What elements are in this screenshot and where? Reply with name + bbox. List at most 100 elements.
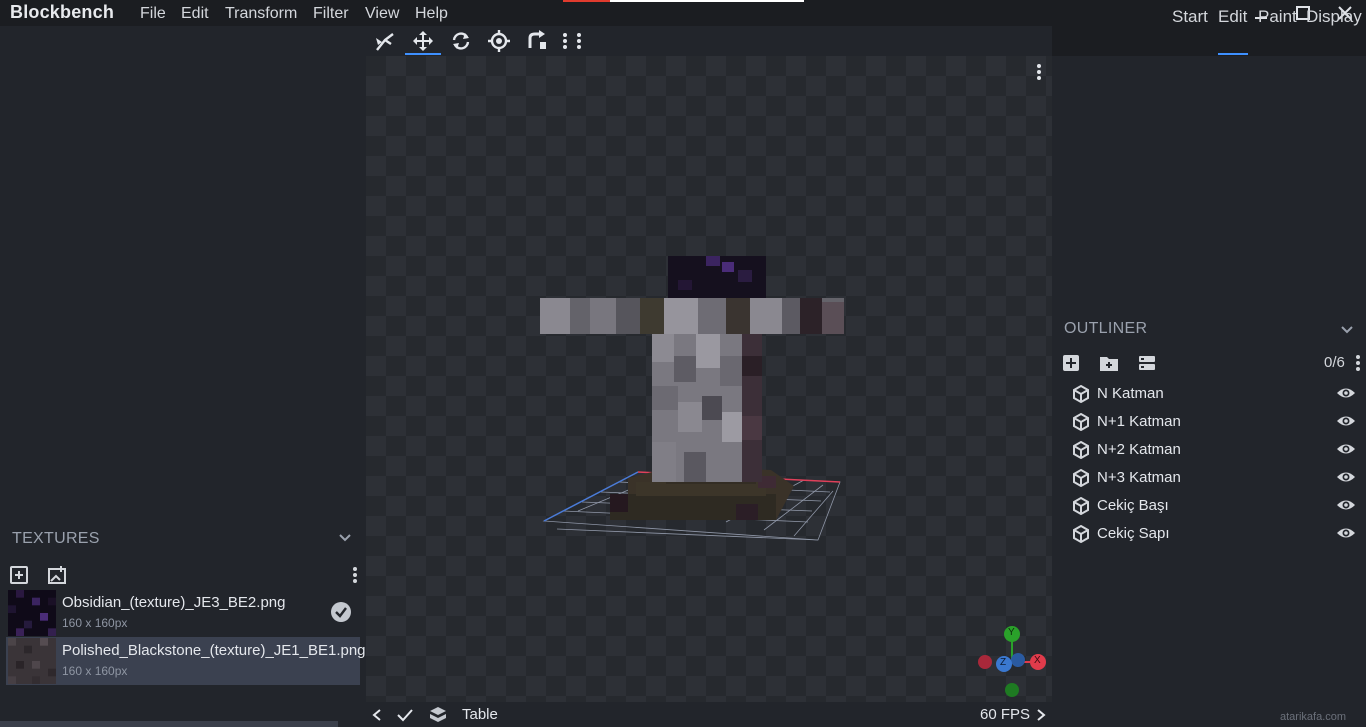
outliner-item-label: N+2 Katman [1097, 441, 1181, 458]
outliner-count: 0/6 [1324, 354, 1345, 371]
view-list-icon [1139, 356, 1155, 370]
import-texture-button[interactable] [47, 565, 67, 588]
texture-name: Obsidian_(texture)_JE3_BE2.png [62, 594, 286, 611]
check-circle-icon [331, 602, 351, 622]
status-next-button[interactable] [1035, 708, 1047, 725]
chevron-down-icon [339, 534, 351, 542]
target-icon [488, 30, 510, 52]
obsidian-texture-thumbnail [8, 590, 56, 636]
cube-icon [1073, 441, 1089, 459]
load-progress-track [610, 0, 804, 2]
menu-help[interactable]: Help [415, 5, 448, 23]
cube-icon [1073, 469, 1089, 487]
menu-file[interactable]: File [140, 5, 166, 23]
status-confirm-button[interactable] [396, 707, 414, 726]
add-box-icon [10, 566, 28, 584]
fps-counter: 60 FPS [980, 706, 1031, 723]
rotate-icon [452, 32, 470, 50]
chevron-right-icon [1037, 709, 1046, 721]
cube-icon [1073, 497, 1089, 515]
textures-panel-title: TEXTURES [12, 530, 100, 547]
mode-start[interactable]: Start [1172, 7, 1208, 27]
menu-transform[interactable]: Transform [225, 5, 297, 23]
mode-paint[interactable]: Paint [1258, 7, 1297, 27]
outliner-item[interactable]: N+2 Katman [1060, 435, 1366, 463]
eye-icon[interactable] [1336, 414, 1356, 428]
menu-view[interactable]: View [365, 5, 399, 23]
chevron-left-icon [372, 709, 381, 721]
move-arrows-icon [413, 31, 433, 51]
more-vertical-icon [1037, 64, 1041, 80]
eye-icon[interactable] [1336, 526, 1356, 540]
chevron-down-icon [1341, 326, 1353, 334]
model-format-icon [430, 707, 446, 722]
app-title: Blockbench [10, 2, 115, 22]
eye-icon[interactable] [1336, 498, 1356, 512]
cube-icon [1073, 525, 1089, 543]
outliner-collapse-button[interactable] [1340, 322, 1354, 339]
more-vertical-icon [353, 567, 357, 583]
outliner-item[interactable]: N+3 Katman [1060, 463, 1366, 491]
texture-item-selected[interactable]: Polished_Blackstone_(texture)_JE1_BE1.pn… [6, 637, 366, 685]
model-preview [540, 256, 844, 541]
mode-edit[interactable]: Edit [1218, 7, 1247, 27]
active-tool-underline [405, 53, 441, 55]
folder-add-icon [1100, 357, 1118, 371]
3d-viewport[interactable]: Y X Z [366, 56, 1052, 702]
menu-edit[interactable]: Edit [181, 5, 209, 23]
texture-used-indicator [330, 601, 352, 626]
eye-icon[interactable] [1336, 386, 1356, 400]
texture-size: 160 x 160px [62, 664, 128, 678]
more-vertical-icon [563, 33, 581, 49]
collapse-groups-button[interactable] [1138, 354, 1156, 375]
add-cube-button[interactable] [1062, 354, 1080, 375]
texture-size: 160 x 160px [62, 616, 128, 630]
textures-more-button[interactable] [352, 566, 358, 587]
mode-switcher-bar [1052, 26, 1366, 56]
add-texture-button[interactable] [9, 565, 29, 588]
eye-icon[interactable] [1336, 442, 1356, 456]
axis-gizmo[interactable]: Y X Z [974, 624, 1054, 700]
status-prev-button[interactable] [371, 708, 383, 725]
outliner-item-label: N+3 Katman [1097, 469, 1181, 486]
outliner-item-label: N Katman [1097, 385, 1164, 402]
vertex-snap-tool[interactable] [369, 28, 399, 54]
outliner-more-button[interactable] [1355, 355, 1361, 374]
viewport-menu-button[interactable] [1036, 64, 1042, 83]
outliner-item[interactable]: Cekiç Sapı [1060, 519, 1366, 547]
add-group-button[interactable] [1099, 354, 1119, 375]
pivot-tool[interactable] [484, 28, 514, 54]
outliner-item-label: Cekiç Başı [1097, 497, 1169, 514]
blackstone-texture-thumbnail [8, 638, 56, 684]
move-tool[interactable] [408, 28, 438, 54]
more-vertical-icon [1356, 355, 1360, 371]
eye-icon[interactable] [1336, 470, 1356, 484]
outliner-item-label: N+1 Katman [1097, 413, 1181, 430]
outliner-item[interactable]: N Katman [1060, 379, 1366, 407]
textures-collapse-button[interactable] [338, 530, 352, 547]
add-box-icon [1063, 355, 1079, 371]
axis-y-label: Y [1008, 627, 1015, 638]
model-crossbar [540, 298, 844, 334]
check-icon [397, 709, 413, 722]
active-mode-underline [1218, 53, 1248, 55]
transform-space-icon [528, 30, 546, 49]
outliner-item[interactable]: N+1 Katman [1060, 407, 1366, 435]
left-panel-scrollbar[interactable] [0, 721, 338, 727]
outliner-item[interactable]: Cekiç Başı [1060, 491, 1366, 519]
texture-name: Polished_Blackstone_(texture)_JE1_BE1.pn… [62, 642, 366, 659]
texture-item[interactable]: Obsidian_(texture)_JE3_BE2.png 160 x 160… [6, 589, 360, 637]
cube-icon [1073, 385, 1089, 403]
axis-x-label: X [1034, 655, 1041, 666]
menu-filter[interactable]: Filter [313, 5, 349, 23]
rotate-tool[interactable] [446, 28, 476, 54]
toolbar-more-button[interactable] [562, 33, 582, 52]
status-model-name: Table [462, 706, 498, 723]
load-progress-indicator [563, 0, 610, 2]
outliner-panel-title: OUTLINER [1064, 320, 1148, 337]
status-format-icon-wrap [429, 706, 447, 727]
model-handle [652, 332, 762, 482]
transform-space-tool[interactable] [522, 28, 552, 54]
cube-icon [1073, 413, 1089, 431]
mode-display[interactable]: Display [1306, 7, 1362, 27]
